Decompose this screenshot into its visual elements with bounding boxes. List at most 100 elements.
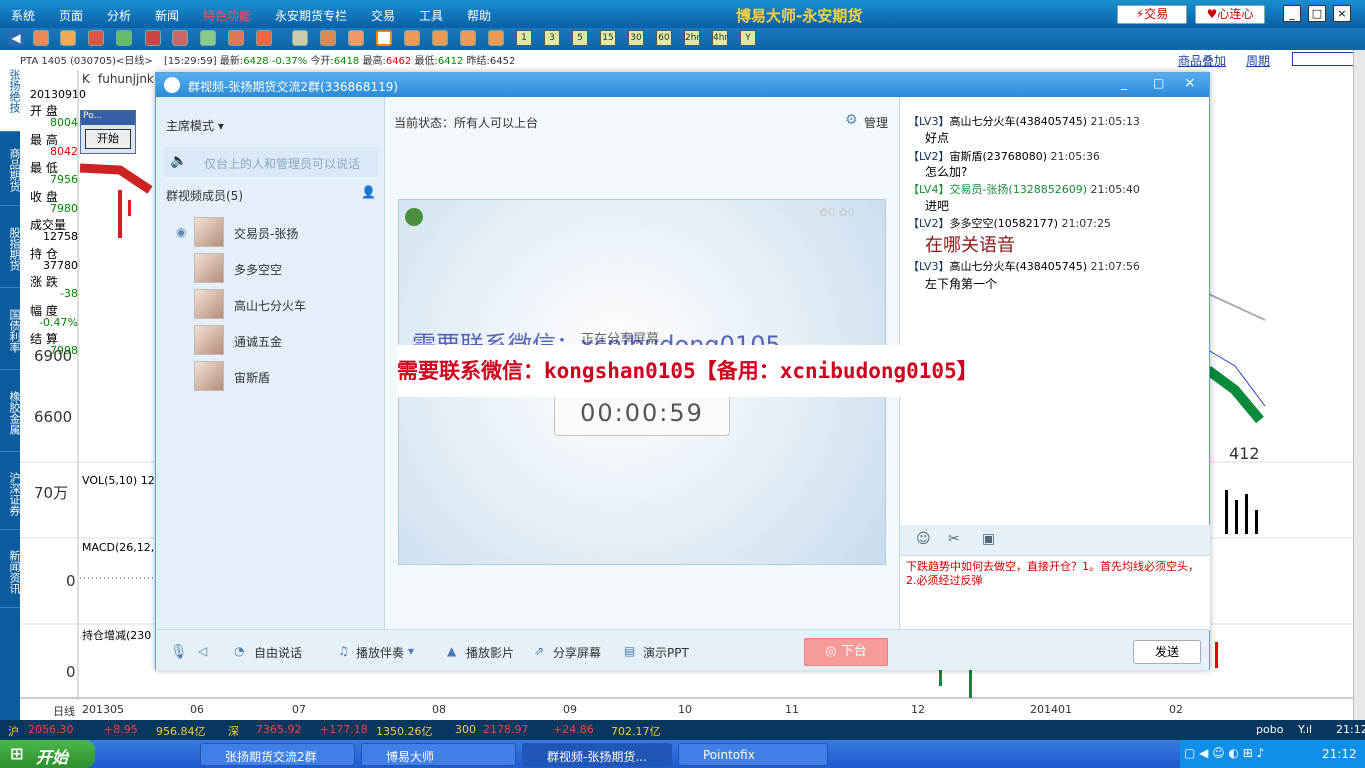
day-icon[interactable]: [376, 30, 392, 46]
member-item[interactable]: 高山七分火车: [194, 289, 379, 319]
microphone-icon[interactable]: 🎙: [170, 644, 188, 660]
hs-change: +24.86: [553, 723, 594, 736]
menu-trade[interactable]: 交易: [371, 7, 395, 24]
chat-sender[interactable]: 交易员-张扬(1328852609): [949, 183, 1087, 196]
menu-news[interactable]: 新闻: [155, 7, 179, 24]
notepad-icon[interactable]: [60, 30, 76, 46]
ppt-icon[interactable]: ▤: [624, 644, 635, 658]
manage-link[interactable]: 管理: [864, 114, 888, 131]
period-3[interactable]: 3: [544, 30, 560, 46]
chevron-down-icon[interactable]: ▾: [408, 644, 414, 658]
back-icon[interactable]: ◀: [8, 30, 24, 46]
add-member-icon[interactable]: 👤: [361, 185, 376, 199]
toolbar: ◀ 1 3 5 15 30 60 2hr 4hr Y: [0, 28, 1365, 50]
tick-icon[interactable]: [348, 30, 364, 46]
menu-help[interactable]: 帮助: [467, 7, 491, 24]
task-boyi[interactable]: 博易大师: [361, 743, 516, 766]
send-button[interactable]: 发送: [1133, 640, 1201, 664]
task-pointofix[interactable]: Pointofix: [678, 743, 828, 766]
member-item[interactable]: 交易员-张扬: [194, 217, 379, 247]
volume-icon[interactable]: ◁: [198, 644, 207, 658]
week-icon[interactable]: [404, 30, 420, 46]
zoom-in-icon[interactable]: [145, 30, 161, 46]
trade-button[interactable]: ⚡交易: [1117, 5, 1187, 24]
speak-mode-icon[interactable]: ◔: [234, 644, 244, 658]
movie-icon[interactable]: ▲: [447, 644, 456, 658]
xinlian-button[interactable]: ♥心连心: [1195, 5, 1265, 24]
period-1[interactable]: 1: [516, 30, 532, 46]
play-movie-button[interactable]: 播放影片: [466, 644, 514, 661]
table-icon[interactable]: [292, 30, 308, 46]
tab-stock[interactable]: 沪深证券: [0, 458, 21, 530]
chat-sender[interactable]: 高山七分火车(438405745): [949, 260, 1087, 273]
video-minimize-icon[interactable]: _: [1121, 76, 1127, 90]
tray-icons[interactable]: ▢ ◀ ☺ ◐ ⊞ ♪: [1184, 746, 1264, 760]
video-close-icon[interactable]: ×: [1184, 75, 1196, 91]
year-icon[interactable]: [488, 30, 504, 46]
chat-sender[interactable]: 高山七分火车(438405745): [949, 115, 1087, 128]
emoji-icon[interactable]: ☺: [916, 531, 931, 547]
chat-sender[interactable]: 宙斯盾(23768080): [949, 150, 1047, 163]
home-icon[interactable]: [33, 30, 49, 46]
member-item[interactable]: 宙斯盾: [194, 361, 379, 391]
tab-news[interactable]: 新闻资讯: [0, 536, 21, 608]
image-icon[interactable]: ▣: [982, 531, 995, 547]
zoom-out-icon[interactable]: [172, 30, 188, 46]
member-item[interactable]: 多多空空: [194, 253, 379, 283]
minimize-icon[interactable]: _: [1283, 5, 1301, 22]
gear-icon[interactable]: ⚙: [845, 112, 858, 128]
share-screen-icon[interactable]: ⇗: [534, 644, 544, 658]
period-y[interactable]: Y: [740, 30, 756, 46]
status-text: 当前状态：所有人可以上台: [394, 116, 539, 130]
menu-system[interactable]: 系统: [11, 7, 35, 24]
news-icon[interactable]: [88, 30, 104, 46]
close-icon[interactable]: ×: [1333, 5, 1351, 22]
scissors-icon[interactable]: ✂: [948, 531, 960, 547]
popup-title: Po...: [81, 111, 135, 125]
menu-tools[interactable]: 工具: [419, 7, 443, 24]
menu-analysis[interactable]: 分析: [107, 7, 131, 24]
x-tick: 201401: [1030, 703, 1072, 716]
period-15[interactable]: 15: [600, 30, 616, 46]
hs-label: 300: [455, 723, 476, 736]
member-item[interactable]: 通诚五金: [194, 325, 379, 355]
period-30[interactable]: 30: [628, 30, 644, 46]
tab-bond[interactable]: 国债利率: [0, 292, 21, 370]
period-5[interactable]: 5: [572, 30, 588, 46]
start-button[interactable]: 开始: [85, 129, 131, 149]
free-talk-button[interactable]: 自由说话: [254, 644, 302, 661]
tab-zhangyang[interactable]: 张扬绝技: [0, 50, 21, 132]
maximize-icon[interactable]: □: [1308, 5, 1326, 22]
tab-index-futures[interactable]: 股指期货: [0, 210, 21, 288]
task-qq-group[interactable]: 张扬期货交流2群: [200, 743, 355, 766]
chart-scrollbar[interactable]: [1353, 50, 1365, 720]
chat-sender[interactable]: 多多空空(10582177): [949, 217, 1058, 230]
tab-commodity[interactable]: 商品期货: [0, 134, 21, 206]
video-maximize-icon[interactable]: □: [1153, 76, 1164, 90]
menu-yongan[interactable]: 永安期货专栏: [275, 7, 347, 24]
mode-dropdown[interactable]: 主席模式 ▾: [166, 117, 224, 134]
period-4hr[interactable]: 4hr: [712, 30, 728, 46]
menu-special[interactable]: 特色功能: [203, 7, 251, 24]
task-video[interactable]: 群视频-张扬期货...: [522, 743, 672, 766]
sh-amount: 956.84亿: [156, 725, 206, 738]
refresh-icon[interactable]: [116, 30, 132, 46]
period-60[interactable]: 60: [656, 30, 672, 46]
tool-icon[interactable]: [256, 30, 272, 46]
kline-icon[interactable]: [320, 30, 336, 46]
menu-page[interactable]: 页面: [59, 7, 83, 24]
chat-input[interactable]: 下跌趋势中如何去做空，直接开仓？1。首先均线必须空头，2.必须经过反弹: [900, 555, 1210, 630]
ppt-button[interactable]: 演示PPT: [643, 644, 689, 661]
leave-stage-button[interactable]: ◎ 下台: [804, 638, 888, 666]
xinlian-button-label: 心连心: [1217, 7, 1254, 21]
start-button[interactable]: ⊞ 开始: [0, 740, 95, 768]
draw-icon[interactable]: [228, 30, 244, 46]
share-screen-button[interactable]: 分享屏幕: [553, 644, 601, 661]
play-music-button[interactable]: 播放伴奏: [356, 644, 404, 661]
period-2hr[interactable]: 2hr: [684, 30, 700, 46]
month-icon[interactable]: [432, 30, 448, 46]
tab-rubber-metal[interactable]: 橡胶金属: [0, 374, 21, 452]
window-icon[interactable]: [200, 30, 216, 46]
season-icon[interactable]: [460, 30, 476, 46]
music-icon[interactable]: ♫: [338, 644, 349, 658]
